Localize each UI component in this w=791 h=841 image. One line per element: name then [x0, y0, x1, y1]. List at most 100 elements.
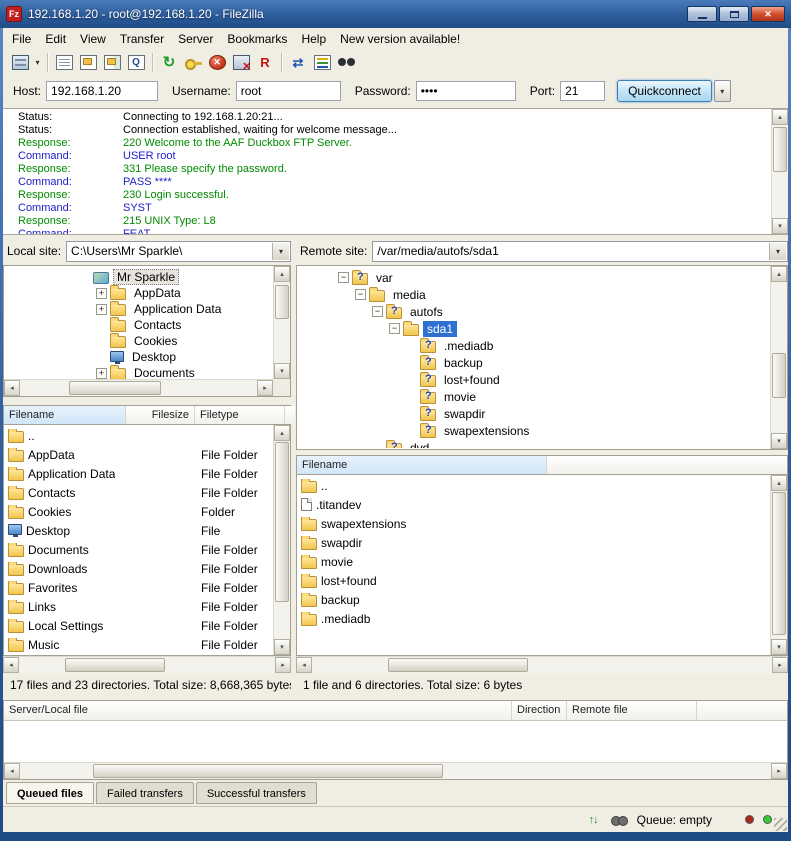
tree-item-swapdir[interactable]: swapdir: [304, 405, 770, 422]
scroll-thumb[interactable]: [772, 353, 786, 398]
file-row-downloads[interactable]: DownloadsFile Folder: [4, 559, 273, 578]
port-input[interactable]: [560, 81, 605, 101]
tab-queued-files[interactable]: Queued files: [6, 782, 94, 804]
tree-item-appdata[interactable]: AppData: [11, 285, 273, 301]
file-row-item[interactable]: ..: [4, 426, 273, 445]
filter-icon[interactable]: [611, 812, 628, 827]
scroll-arrow-up[interactable]: [274, 266, 290, 282]
refresh-button[interactable]: [157, 51, 181, 75]
file-row-desktop[interactable]: DesktopFile: [4, 521, 273, 540]
menu-item-new-version-available[interactable]: New version available!: [333, 29, 467, 48]
tree-item-mediadb[interactable]: .mediadb: [304, 337, 770, 354]
tree-item-backup[interactable]: backup: [304, 354, 770, 371]
menu-item-edit[interactable]: Edit: [38, 29, 73, 48]
file-row-local-settings[interactable]: Local SettingsFile Folder: [4, 616, 273, 635]
tree-item-media[interactable]: media: [304, 286, 770, 303]
file-row-favorites[interactable]: FavoritesFile Folder: [4, 578, 273, 597]
expander-minus-icon[interactable]: [372, 306, 383, 317]
directory-comparison-button[interactable]: [286, 51, 310, 75]
menu-item-bookmarks[interactable]: Bookmarks: [220, 29, 294, 48]
resize-grip[interactable]: [774, 818, 787, 831]
site-manager-button[interactable]: [8, 51, 32, 75]
minimize-button[interactable]: [687, 6, 717, 22]
expander-plus-icon[interactable]: [96, 368, 107, 379]
scroll-arrow-up[interactable]: [771, 266, 787, 282]
scroll-arrow-down[interactable]: [771, 433, 787, 449]
cancel-button[interactable]: [205, 51, 229, 75]
menu-item-help[interactable]: Help: [294, 29, 333, 48]
tree-item-mr-sparkle[interactable]: Mr Sparkle: [11, 269, 273, 285]
synchronized-browsing-button[interactable]: [310, 51, 334, 75]
host-input[interactable]: [46, 81, 158, 101]
speed-limit-icon[interactable]: [585, 812, 602, 827]
scroll-arrow-up[interactable]: [274, 425, 290, 441]
file-row-appdata[interactable]: AppDataFile Folder: [4, 445, 273, 464]
scroll-arrow-left[interactable]: [4, 380, 20, 396]
menu-item-file[interactable]: File: [5, 29, 38, 48]
quickconnect-button[interactable]: Quickconnect: [617, 80, 712, 102]
scroll-thumb[interactable]: [93, 764, 443, 778]
file-row-movie[interactable]: movie: [297, 552, 770, 571]
tab-failed-transfers[interactable]: Failed transfers: [96, 782, 194, 804]
file-row-contacts[interactable]: ContactsFile Folder: [4, 483, 273, 502]
toggle-queue-button[interactable]: [124, 51, 148, 75]
process-queue-button[interactable]: [181, 51, 205, 75]
tree-item-sda1[interactable]: sda1: [304, 320, 770, 337]
titlebar[interactable]: 192.168.1.20 - root@192.168.1.20 - FileZ…: [0, 0, 791, 28]
scroll-arrow-down[interactable]: [274, 363, 290, 379]
scroll-thumb[interactable]: [388, 658, 528, 672]
expander-plus-icon[interactable]: [96, 304, 107, 315]
combo-dropdown-icon[interactable]: [272, 243, 289, 260]
column-header-filetype[interactable]: Filetype: [195, 406, 285, 424]
local-tree-horizontal-scrollbar[interactable]: [4, 379, 273, 396]
queue-horizontal-scrollbar[interactable]: [4, 762, 787, 779]
column-header-server-local-file[interactable]: Server/Local file: [4, 701, 512, 720]
scroll-thumb[interactable]: [773, 127, 787, 172]
tree-item-desktop[interactable]: Desktop: [11, 349, 273, 365]
toggle-remote-tree-button[interactable]: [100, 51, 124, 75]
menu-item-transfer[interactable]: Transfer: [113, 29, 171, 48]
scroll-arrow-left[interactable]: [4, 763, 20, 779]
tree-item-contacts[interactable]: Contacts: [11, 317, 273, 333]
file-row-swapextensions[interactable]: swapextensions: [297, 514, 770, 533]
log-vertical-scrollbar[interactable]: [771, 109, 788, 234]
scroll-arrow-up[interactable]: [771, 475, 787, 491]
local-list-vertical-scrollbar[interactable]: [273, 425, 290, 655]
scroll-arrow-down[interactable]: [772, 218, 788, 234]
column-header-remote-file[interactable]: Remote file: [567, 701, 697, 720]
tree-item-application-data[interactable]: Application Data: [11, 301, 273, 317]
find-files-button[interactable]: [334, 51, 358, 75]
password-input[interactable]: [416, 81, 516, 101]
file-row-item[interactable]: ..: [297, 476, 770, 495]
remote-site-combo[interactable]: /var/media/autofs/sda1: [372, 241, 788, 262]
expander-minus-icon[interactable]: [389, 323, 400, 334]
expander-minus-icon[interactable]: [355, 289, 366, 300]
file-row-backup[interactable]: backup: [297, 590, 770, 609]
scroll-arrow-right[interactable]: [257, 380, 273, 396]
remote-tree-vertical-scrollbar[interactable]: [770, 266, 787, 449]
toggle-message-log-button[interactable]: [52, 51, 76, 75]
scroll-thumb[interactable]: [65, 658, 165, 672]
scroll-arrow-left[interactable]: [3, 657, 19, 673]
file-row-cookies[interactable]: CookiesFolder: [4, 502, 273, 521]
column-header-filename[interactable]: Filename: [4, 406, 126, 424]
combo-dropdown-icon[interactable]: [769, 243, 786, 260]
tree-item-lost-found[interactable]: lost+found: [304, 371, 770, 388]
column-header-filesize[interactable]: Filesize: [126, 406, 195, 424]
menu-item-server[interactable]: Server: [171, 29, 220, 48]
file-row-application-data[interactable]: Application DataFile Folder: [4, 464, 273, 483]
tree-item-documents[interactable]: Documents: [11, 365, 273, 379]
expander-minus-icon[interactable]: [338, 272, 349, 283]
tree-item-autofs[interactable]: autofs: [304, 303, 770, 320]
expander-plus-icon[interactable]: [96, 288, 107, 299]
tree-item-swapextensions[interactable]: swapextensions: [304, 422, 770, 439]
local-tree-vertical-scrollbar[interactable]: [273, 266, 290, 379]
scroll-arrow-up[interactable]: [772, 109, 788, 125]
scroll-thumb[interactable]: [275, 442, 289, 602]
quickconnect-dropdown-button[interactable]: [714, 80, 731, 102]
disconnect-button[interactable]: [229, 51, 253, 75]
scroll-arrow-down[interactable]: [274, 639, 290, 655]
remote-list-horizontal-scrollbar[interactable]: [296, 656, 788, 673]
scroll-arrow-right[interactable]: [275, 657, 291, 673]
local-list-horizontal-scrollbar[interactable]: [3, 656, 291, 673]
